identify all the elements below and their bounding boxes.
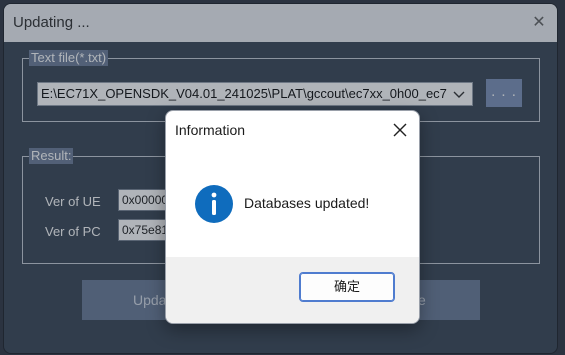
dialog-title: Information	[175, 122, 246, 138]
info-icon	[195, 185, 233, 223]
information-dialog: Information Databases updated! 确定	[165, 110, 420, 324]
dialog-footer: 确定	[166, 257, 419, 323]
close-icon[interactable]	[389, 119, 411, 141]
ok-button[interactable]: 确定	[299, 272, 395, 302]
dialog-message: Databases updated!	[244, 195, 370, 211]
